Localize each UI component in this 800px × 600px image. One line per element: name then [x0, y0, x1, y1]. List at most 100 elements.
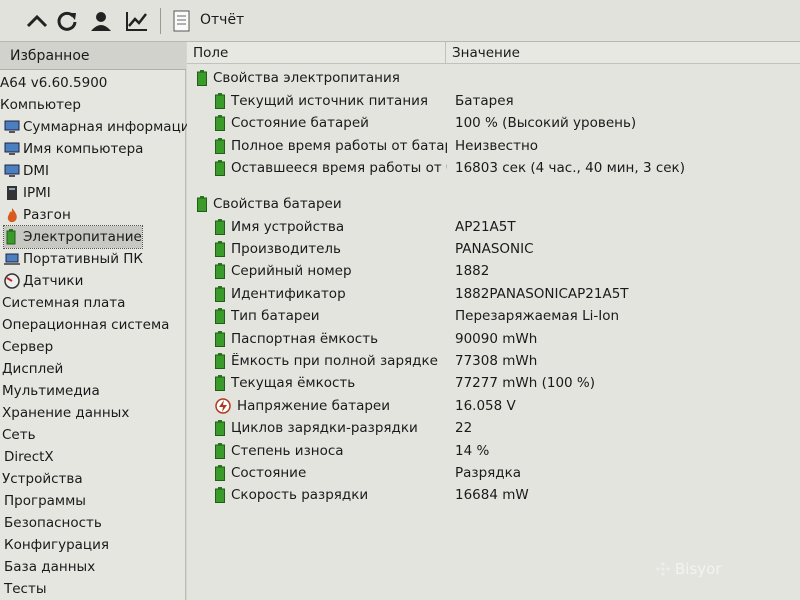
- column-divider[interactable]: [445, 42, 446, 64]
- row-value: Разрядка: [455, 465, 522, 481]
- row-field-label: Идентификатор: [231, 285, 346, 302]
- sidebar-item-label: Портативный ПК: [23, 251, 143, 267]
- battery-icon: [197, 195, 207, 212]
- row-field: Состояние батарей: [215, 115, 369, 132]
- table-row[interactable]: Производитель PANASONIC: [215, 238, 800, 260]
- sidebar-item-label: DirectX: [4, 449, 54, 465]
- sidebar-item[interactable]: A64 v6.60.5900: [0, 72, 107, 94]
- table-row[interactable]: Ёмкость при полной зарядке 77308 mWh: [215, 350, 800, 372]
- table-row[interactable]: Полное время работы от батар... Неизвестн…: [215, 135, 800, 157]
- sidebar: Избранное A64 v6.60.5900 Компьютер Суммарн…: [0, 42, 198, 600]
- row-value: 16803 сек (4 час., 40 мин, 3 сек): [455, 160, 685, 177]
- report-icon[interactable]: [172, 10, 192, 32]
- flame-icon: [7, 208, 17, 223]
- battery-icon: [215, 465, 225, 481]
- battery-icon: [215, 420, 225, 437]
- sidebar-item[interactable]: Мультимедиа: [2, 380, 100, 402]
- computer-icon: [4, 120, 20, 133]
- column-headers: Поле Значение: [187, 42, 800, 64]
- server-icon: [7, 186, 17, 200]
- sidebar-item[interactable]: База данных: [4, 556, 95, 578]
- sidebar-item[interactable]: Сервер: [2, 336, 53, 358]
- row-value: 100 % (Высокий уровень): [455, 115, 637, 132]
- battery-icon: [215, 442, 225, 459]
- table-row[interactable]: Серийный номер 1882: [215, 260, 800, 282]
- sidebar-item[interactable]: Датчики: [4, 270, 83, 292]
- table-row[interactable]: Идентификатор 1882PANASONICAP21A5T: [215, 283, 800, 305]
- table-row[interactable]: Напряжение батареи 16.058 V: [215, 395, 800, 417]
- row-field-label: Производитель: [231, 241, 342, 257]
- table-row[interactable]: Текущий источник питания Батарея: [215, 90, 800, 112]
- sidebar-item[interactable]: Электропитание: [3, 225, 143, 249]
- row-field: Тип батареи: [215, 308, 320, 325]
- sidebar-item[interactable]: Конфигурация: [4, 534, 109, 556]
- row-field: Производитель: [215, 241, 341, 257]
- sidebar-item[interactable]: Программы: [4, 490, 86, 512]
- row-field-label: Текущая ёмкость: [231, 375, 356, 392]
- row-field: Паспортная ёмкость: [215, 330, 379, 347]
- watermark-logo-icon: [656, 562, 670, 576]
- sidebar-item[interactable]: Портативный ПК: [4, 248, 143, 270]
- row-field-label: Оставшееся время работы от б...: [231, 160, 447, 177]
- row-value: 77308 mWh: [455, 353, 538, 369]
- sidebar-item[interactable]: Устройства: [2, 468, 83, 490]
- sidebar-item[interactable]: Системная плата: [2, 292, 125, 314]
- table-row[interactable]: Тип батареи Перезаряжаемая Li-Ion: [215, 305, 800, 327]
- sidebar-item[interactable]: DMI: [4, 160, 49, 182]
- row-field: Циклов зарядки-разрядки: [215, 420, 418, 437]
- table-row[interactable]: Степень износа 14 %: [215, 440, 800, 462]
- sidebar-item[interactable]: Имя компьютера: [4, 138, 143, 160]
- table-row[interactable]: Оставшееся время работы от б... 16803 сек…: [215, 157, 800, 179]
- sidebar-item[interactable]: Тесты: [4, 578, 47, 600]
- row-field: Оставшееся время работы от б...: [215, 160, 447, 177]
- table-row[interactable]: Текущая ёмкость 77277 mWh (100 %): [215, 372, 800, 394]
- sidebar-item-label: Устройства: [2, 471, 83, 487]
- row-value: AP21A5T: [455, 218, 516, 235]
- chart-icon[interactable]: [122, 8, 152, 34]
- group-header[interactable]: Свойства электропитания: [197, 70, 400, 86]
- user-icon[interactable]: [86, 8, 116, 34]
- sidebar-item[interactable]: Разгон: [4, 204, 71, 226]
- sidebar-tab-favorites[interactable]: Избранное: [0, 42, 186, 70]
- table-row[interactable]: Скорость разрядки 16684 mW: [215, 484, 800, 506]
- sidebar-item-label: Программы: [4, 493, 86, 509]
- watermark: Bisyor: [656, 560, 722, 578]
- table-row[interactable]: Состояние батарей 100 % (Высокий уровень): [215, 112, 800, 134]
- row-field-label: Состояние батарей: [231, 115, 369, 132]
- group-header[interactable]: Свойства батареи: [197, 195, 342, 212]
- sidebar-item[interactable]: DirectX: [4, 446, 54, 468]
- table-row[interactable]: Циклов зарядки-разрядки 22: [215, 417, 800, 439]
- sidebar-item[interactable]: Сеть: [2, 424, 36, 446]
- sidebar-item[interactable]: Безопасность: [4, 512, 102, 534]
- table-row[interactable]: Состояние Разрядка: [215, 462, 800, 484]
- row-field: Ёмкость при полной зарядке: [215, 353, 438, 369]
- sidebar-item[interactable]: Операционная система: [2, 314, 169, 336]
- sidebar-item-label: Датчики: [23, 273, 84, 289]
- column-header-field[interactable]: Поле: [193, 45, 228, 61]
- row-field: Текущая ёмкость: [215, 375, 356, 392]
- row-field-label: Напряжение батареи: [237, 397, 390, 414]
- sidebar-item-label: Компьютер: [0, 97, 81, 113]
- refresh-icon[interactable]: [52, 8, 82, 34]
- battery-icon: [215, 375, 225, 392]
- sidebar-item[interactable]: Компьютер: [0, 94, 81, 116]
- sidebar-item[interactable]: Суммарная информация: [4, 116, 198, 138]
- sidebar-item-label: Разгон: [23, 207, 71, 223]
- row-field: Степень износа: [215, 442, 344, 459]
- sidebar-item[interactable]: Хранение данных: [2, 402, 129, 424]
- sidebar-item-label: Безопасность: [4, 515, 102, 531]
- report-button-label[interactable]: Отчёт: [200, 12, 244, 28]
- battery-icon: [215, 241, 225, 257]
- main-panel: Поле Значение Свойства электропитания Тек…: [187, 42, 800, 600]
- table-row[interactable]: Имя устройства AP21A5T: [215, 216, 800, 238]
- row-value: 16.058 V: [455, 397, 516, 414]
- up-icon[interactable]: [22, 8, 52, 34]
- column-header-value[interactable]: Значение: [452, 45, 520, 61]
- row-field-label: Ёмкость при полной зарядке: [231, 353, 438, 369]
- table-row[interactable]: Паспортная ёмкость 90090 mWh: [215, 328, 800, 350]
- sidebar-item[interactable]: IPMI: [4, 182, 51, 204]
- sidebar-item[interactable]: Дисплей: [2, 358, 63, 380]
- row-field-label: Имя устройства: [231, 218, 345, 235]
- row-field-label: Степень износа: [231, 442, 344, 459]
- row-field-label: Паспортная ёмкость: [231, 330, 379, 347]
